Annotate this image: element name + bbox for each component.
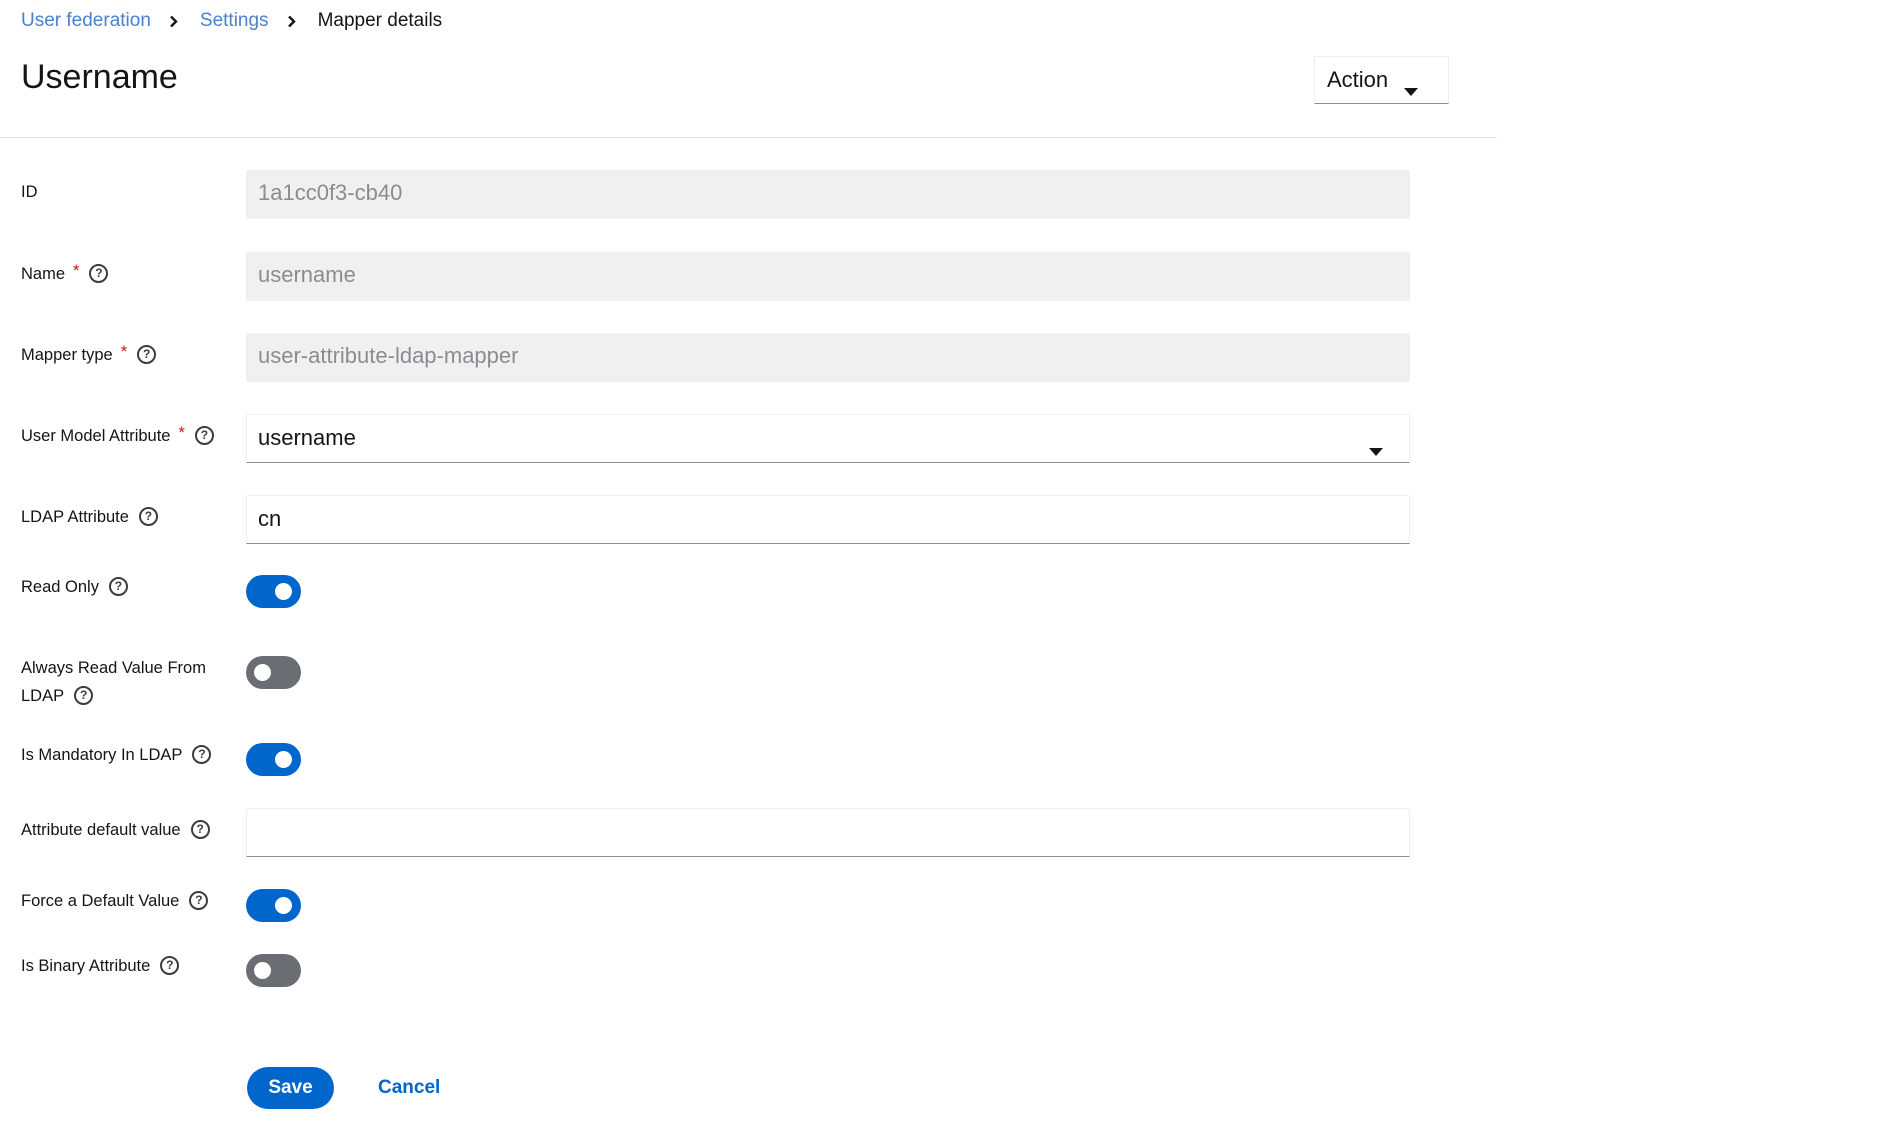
header-divider: [0, 137, 1497, 138]
name-field: username: [246, 252, 1410, 301]
page-title: Username: [21, 58, 178, 96]
caret-down-icon: [1369, 436, 1383, 462]
always-read-toggle[interactable]: [246, 656, 301, 689]
toggle-knob: [254, 962, 271, 979]
ldap-attribute-label-text: LDAP Attribute: [21, 508, 129, 526]
always-read-label: Always Read Value From LDAP?: [21, 654, 206, 710]
name-label-text: Name: [21, 265, 66, 283]
force-default-label: Force a Default Value?: [21, 887, 209, 915]
help-icon[interactable]: ?: [137, 345, 157, 365]
ldap-attribute-value: cn: [258, 506, 282, 531]
mapper-type-label: Mapper type *?: [21, 341, 157, 369]
mapper-type-label-text: Mapper type: [21, 346, 113, 364]
user-model-attribute-value: username: [258, 425, 356, 450]
chevron-right-icon: [169, 15, 178, 28]
is-mandatory-toggle[interactable]: [246, 743, 301, 776]
breadcrumb-user-federation[interactable]: User federation: [21, 10, 151, 32]
user-model-attribute-select[interactable]: username: [246, 414, 1410, 463]
action-label: Action: [1327, 67, 1389, 92]
caret-down-icon: [1404, 76, 1418, 102]
help-icon[interactable]: ?: [189, 891, 209, 911]
help-icon[interactable]: ?: [108, 577, 128, 597]
help-icon[interactable]: ?: [74, 686, 94, 706]
ldap-attribute-input[interactable]: cn: [246, 495, 1410, 544]
help-icon[interactable]: ?: [160, 956, 180, 976]
id-label-text: ID: [21, 183, 38, 201]
toggle-knob: [254, 664, 271, 681]
save-button[interactable]: Save: [247, 1067, 334, 1109]
ldap-attribute-label: LDAP Attribute?: [21, 503, 158, 531]
always-read-label-line2: LDAP: [21, 687, 65, 705]
user-model-attribute-label-text: User Model Attribute: [21, 427, 171, 445]
breadcrumb-current: Mapper details: [317, 10, 443, 31]
is-binary-label: Is Binary Attribute?: [21, 952, 180, 980]
help-icon[interactable]: ?: [190, 820, 210, 840]
user-model-attribute-label: User Model Attribute *?: [21, 422, 214, 450]
help-icon[interactable]: ?: [192, 745, 212, 765]
id-value: 1a1cc0f3-cb40: [258, 180, 403, 205]
breadcrumb-settings[interactable]: Settings: [200, 10, 269, 32]
help-icon[interactable]: ?: [138, 507, 158, 527]
is-mandatory-label-text: Is Mandatory In LDAP: [21, 746, 183, 764]
toggle-knob: [275, 751, 292, 768]
help-icon[interactable]: ?: [194, 426, 214, 446]
id-field: 1a1cc0f3-cb40: [246, 170, 1410, 219]
is-mandatory-label: Is Mandatory In LDAP?: [21, 741, 212, 769]
required-marker: *: [178, 424, 185, 442]
help-icon[interactable]: ?: [89, 264, 109, 284]
id-label: ID: [21, 178, 38, 206]
attribute-default-label: Attribute default value?: [21, 816, 210, 844]
force-default-label-text: Force a Default Value: [21, 892, 180, 910]
mapper-type-value: user-attribute-ldap-mapper: [258, 343, 519, 368]
cancel-button[interactable]: Cancel: [378, 1067, 440, 1109]
read-only-label-text: Read Only: [21, 578, 99, 596]
toggle-knob: [275, 583, 292, 600]
always-read-label-line1: Always Read Value From: [21, 659, 206, 677]
mapper-type-field: user-attribute-ldap-mapper: [246, 333, 1410, 382]
attribute-default-input[interactable]: [246, 808, 1410, 857]
force-default-toggle[interactable]: [246, 889, 301, 922]
is-binary-toggle[interactable]: [246, 954, 301, 987]
attribute-default-label-text: Attribute default value: [21, 821, 181, 839]
required-marker: *: [73, 262, 80, 280]
chevron-right-icon: [287, 15, 296, 28]
name-label: Name *?: [21, 260, 109, 288]
read-only-toggle[interactable]: [246, 575, 301, 608]
name-value: username: [258, 262, 356, 287]
is-binary-label-text: Is Binary Attribute: [21, 957, 151, 975]
required-marker: *: [120, 343, 128, 361]
toggle-knob: [275, 897, 292, 914]
read-only-label: Read Only?: [21, 573, 128, 601]
breadcrumb: User federation Settings Mapper details: [21, 8, 442, 34]
action-dropdown-button[interactable]: Action: [1314, 56, 1449, 104]
